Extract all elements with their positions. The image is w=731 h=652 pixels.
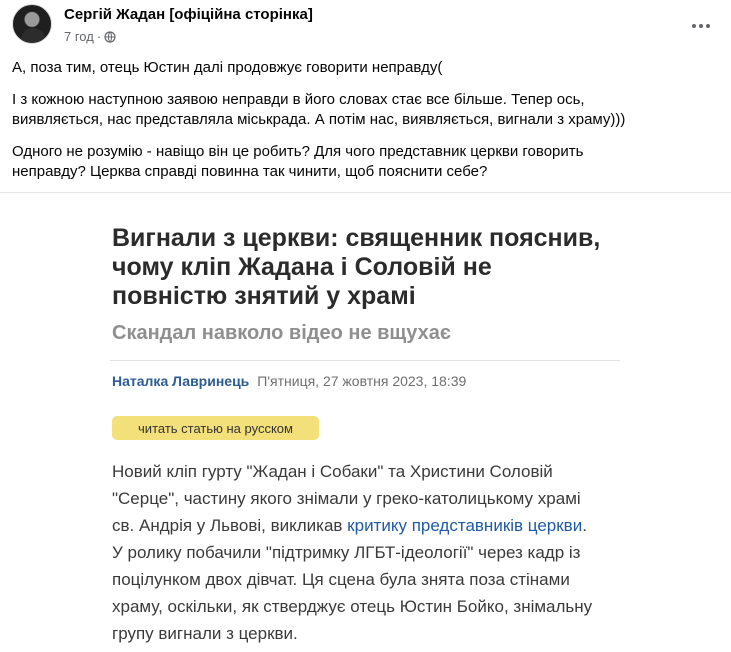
post-meta: 7 год · [64,29,116,44]
article-body-line-4: У ролику побачили "підтримку ЛГБТ-ідеоло… [112,543,581,562]
article-body-line-3-pre: св. Андрія у Львові, викликав [112,516,348,535]
more-dot [706,24,710,28]
article-body-line-6: храму, оскільки, як стверджує отець Юсти… [112,597,593,616]
avatar-silhouette [21,28,45,43]
author-name[interactable]: Сергій Жадан [офіційна сторінка] [64,6,313,23]
post-paragraph-1: А, поза тим, отець Юстин далі продовжує … [12,59,443,76]
post-time[interactable]: 7 год [64,29,94,44]
article-body: Новий кліп гурту "Жадан і Собаки" та Хри… [112,458,632,647]
article-title: Вигнали з церкви: священник пояснив, чом… [112,224,632,311]
post-paragraph-3: Одного не розумію - навіщо він це робить… [12,142,712,182]
article-author[interactable]: Наталка Лавринець [112,373,249,389]
article-title-line-2: чому кліп Жадана і Соловій не [112,253,492,281]
article-date: П'ятниця, 27 жовтня 2023, 18:39 [257,373,467,389]
post-paragraph-2: І з кожною наступною заявою неправди в й… [12,90,712,130]
more-dot [699,24,703,28]
post-paragraph-3-line-1: Одного не розумію - навіщо він це робить… [12,143,584,160]
article-body-line-5: поцілунком двох дівчат. Ця сцена була зн… [112,570,570,589]
article-body-line-3-post: . [582,516,587,535]
globe-icon[interactable] [104,30,116,43]
read-in-russian-button[interactable]: читать статью на русском [112,416,319,440]
meta-separator: · [96,29,102,44]
more-dot [692,24,696,28]
post-divider [0,192,731,193]
article-body-line-2: "Серце", частину якого знімали у греко-к… [112,489,581,508]
post-text: А, поза тим, отець Юстин далі продовжує … [12,58,712,194]
post-paragraph-2-line-1: І з кожною наступною заявою неправди в й… [12,91,585,108]
article-divider [110,360,620,361]
avatar[interactable] [12,4,52,44]
post-paragraph-3-line-2: неправду? Церква справді повинна так чин… [12,163,488,180]
post-paragraph-2-line-2: виявляється, нас представляла міськрада.… [12,111,626,128]
article-body-line-7: групу вигнали з церкви. [112,624,298,643]
article-title-line-1: Вигнали з церкви: священник пояснив, [112,224,601,252]
article-body-line-1: Новий кліп гурту "Жадан і Собаки" та Хри… [112,462,553,481]
post-header: Сергій Жадан [офіційна сторінка] 7 год · [12,4,719,48]
article-subtitle: Скандал навколо відео не вщухає [112,322,451,344]
article-screenshot[interactable]: Вигнали з церкви: священник пояснив, чом… [90,212,640,652]
more-options-button[interactable] [687,12,715,40]
article-byline: Наталка Лавринець П'ятниця, 27 жовтня 202… [112,373,466,389]
article-title-line-3: повністю знятий у храмі [112,282,416,310]
church-criticism-link[interactable]: критику представників церкви [347,516,582,535]
